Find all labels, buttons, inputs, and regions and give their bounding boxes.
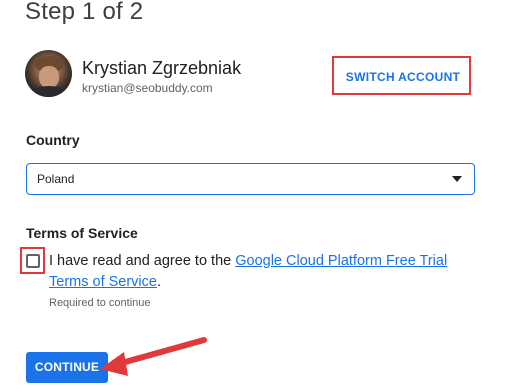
avatar	[25, 50, 72, 97]
red-arrow-annotation-icon	[100, 337, 207, 376]
account-email: krystian@seobuddy.com	[82, 81, 213, 95]
switch-account-button[interactable]: SWITCH ACCOUNT	[341, 63, 465, 91]
dropdown-caret-icon	[452, 176, 462, 182]
terms-agree-checkbox[interactable]	[26, 254, 40, 268]
country-select[interactable]: Poland	[26, 163, 475, 195]
terms-agree-text: I have read and agree to the Google Clou…	[49, 251, 479, 293]
country-select-value: Poland	[37, 172, 75, 186]
account-name: Krystian Zgrzebniak	[82, 58, 242, 78]
country-label: Country	[26, 132, 80, 148]
terms-agree-suffix: .	[156, 274, 162, 290]
terms-agree-prefix: I have read and agree to the	[49, 253, 236, 269]
step-title: Step 1 of 2	[25, 0, 144, 25]
terms-of-service-label: Terms of Service	[26, 225, 138, 241]
required-hint: Required to continue	[49, 297, 151, 309]
